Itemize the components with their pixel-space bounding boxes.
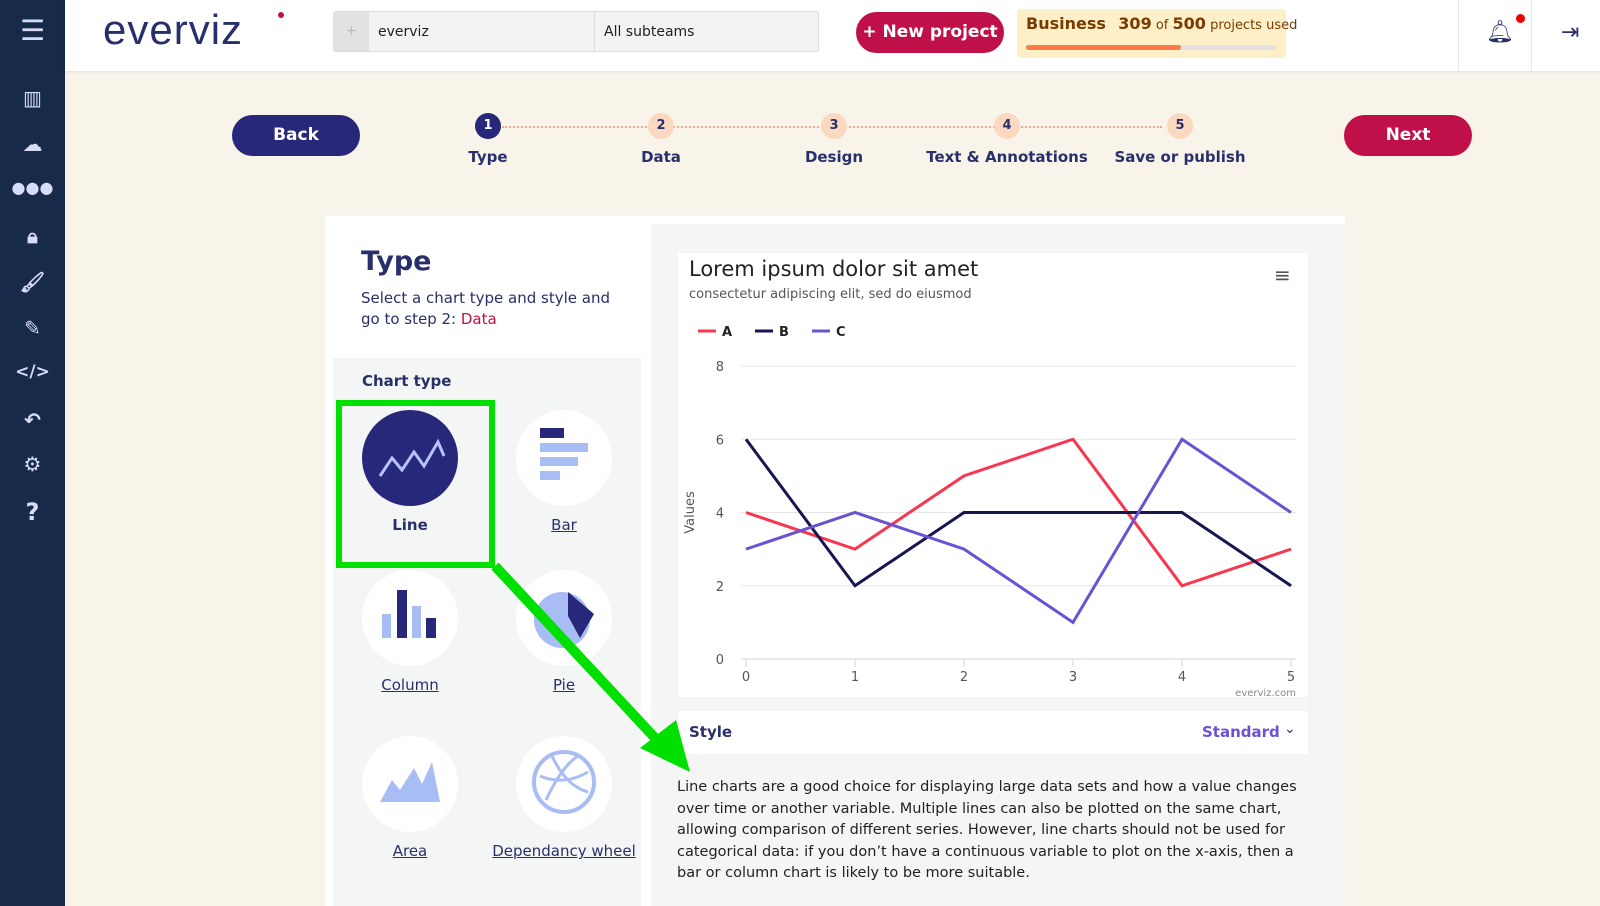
- back-button[interactable]: Back: [232, 115, 360, 156]
- team-name[interactable]: everviz: [378, 24, 429, 40]
- cloud-icon[interactable]: ☁: [0, 132, 65, 156]
- logo[interactable]: everviz: [103, 6, 243, 54]
- y-tick-label: 0: [716, 653, 724, 668]
- step-5-circle[interactable]: 5: [1167, 113, 1193, 139]
- style-label: Style: [689, 723, 733, 741]
- usage-suffix: projects used: [1210, 18, 1298, 33]
- menu-icon[interactable]: ☰: [0, 14, 65, 47]
- chart-type-label[interactable]: Area: [335, 842, 485, 860]
- step-3-circle[interactable]: 3: [821, 113, 847, 139]
- bell-icon[interactable]: 🔔︎: [1486, 20, 1514, 45]
- x-tick-label: 1: [851, 670, 859, 685]
- settings-icon[interactable]: ⚙: [0, 452, 65, 476]
- chart-type-column[interactable]: [362, 570, 458, 666]
- area-chart-icon: [380, 762, 440, 802]
- add-team-icon[interactable]: +: [334, 12, 369, 51]
- x-tick-label: 4: [1178, 670, 1186, 685]
- y-tick-label: 2: [716, 580, 724, 595]
- line-chart: 0 2 4 6 8 0 1 2 3 4 5 Values everviz.com A B C: [683, 325, 1296, 697]
- edit-icon[interactable]: ✎: [0, 316, 65, 340]
- code-icon[interactable]: </>: [0, 362, 65, 382]
- step-2-label[interactable]: Data: [571, 148, 751, 166]
- x-tick-label: 0: [742, 670, 750, 685]
- legend-C-label: C: [836, 325, 846, 340]
- style-select[interactable]: Style Standard ⌄: [678, 711, 1308, 754]
- usage-fill: [1026, 45, 1181, 50]
- chart-type-area[interactable]: [362, 736, 458, 832]
- brush-icon[interactable]: 🖌︎: [0, 270, 65, 294]
- chart-type-label[interactable]: Pie: [489, 676, 639, 694]
- legend-B-label: B: [779, 325, 789, 340]
- dependancy-chart-icon: [532, 750, 596, 814]
- x-tick-label: 5: [1287, 670, 1295, 685]
- of-text: of: [1155, 18, 1169, 33]
- team-icon[interactable]: ●●●: [0, 178, 65, 197]
- bar-chart-icon: [540, 428, 588, 480]
- chart-type-label[interactable]: Bar: [489, 516, 639, 534]
- chart-credits: everviz.com: [1235, 688, 1296, 697]
- chart-preview: Lorem ipsum dolor sit amet consectetur a…: [678, 253, 1308, 697]
- chart-type-bar[interactable]: [516, 410, 612, 506]
- step-1-label[interactable]: Type: [398, 148, 578, 166]
- header: everviz + everviz All subteams + New pro…: [65, 0, 1600, 71]
- chart-type-label[interactable]: Dependancy wheel: [489, 842, 639, 860]
- sidebar: ☰ ▥ ☁ ●●● 🔒︎ 🖌︎ ✎ </> ↶ ⚙ ?: [0, 0, 65, 906]
- step-2-circle[interactable]: 2: [648, 113, 674, 139]
- style-value[interactable]: Standard: [1202, 723, 1280, 741]
- step-4-circle[interactable]: 4: [994, 113, 1020, 139]
- logout-icon[interactable]: ⇥: [1561, 20, 1579, 45]
- step-4-label[interactable]: Text & Annotations: [917, 148, 1097, 166]
- step-3-label[interactable]: Design: [744, 148, 924, 166]
- plan-usage: Business 309 of 500 projects used: [1017, 9, 1297, 58]
- usage-bar: [1026, 45, 1276, 50]
- help-icon[interactable]: ?: [0, 498, 65, 526]
- new-project-button[interactable]: + New project: [856, 12, 1004, 53]
- y-tick-label: 6: [716, 433, 724, 448]
- chart-description: Line charts are a good choice for displa…: [677, 779, 1297, 881]
- y-tick-label: 8: [716, 360, 724, 375]
- chart-type-dependancy-wheel[interactable]: [516, 736, 612, 832]
- step-5-label[interactable]: Save or publish: [1090, 148, 1270, 166]
- chart-icon[interactable]: ▥: [0, 86, 65, 110]
- chart-type-heading: Chart type: [362, 372, 452, 390]
- y-tick-label: 4: [716, 507, 724, 522]
- x-tick-label: 2: [960, 670, 968, 685]
- highlight-box: [336, 400, 495, 568]
- subteam-select[interactable]: All subteams: [604, 24, 694, 40]
- data-step-link[interactable]: Data: [461, 310, 497, 328]
- x-tick-label: 3: [1069, 670, 1077, 685]
- total-count: 500: [1172, 14, 1206, 33]
- chart-type-pie[interactable]: [516, 570, 612, 666]
- used-count: 309: [1118, 14, 1152, 33]
- legend-A-label: A: [722, 325, 732, 340]
- chevron-down-icon[interactable]: ⌄: [1284, 721, 1296, 737]
- next-button[interactable]: Next: [1344, 115, 1472, 156]
- page-title: Type: [361, 246, 432, 277]
- undo-icon[interactable]: ↶: [0, 408, 65, 432]
- pie-chart-icon: [534, 592, 594, 648]
- y-axis-label: Values: [683, 491, 698, 534]
- logo-dot: [278, 12, 284, 18]
- intro-text: Select a chart type and style and go to …: [361, 288, 611, 330]
- column-chart-icon: [382, 590, 436, 638]
- notification-dot: [1516, 14, 1525, 23]
- chart-type-label[interactable]: Column: [335, 676, 485, 694]
- team-selector[interactable]: + everviz All subteams: [333, 11, 819, 52]
- lock-icon[interactable]: 🔒︎: [0, 224, 65, 248]
- plan-name: Business: [1026, 14, 1106, 33]
- step-1-circle[interactable]: 1: [475, 113, 501, 139]
